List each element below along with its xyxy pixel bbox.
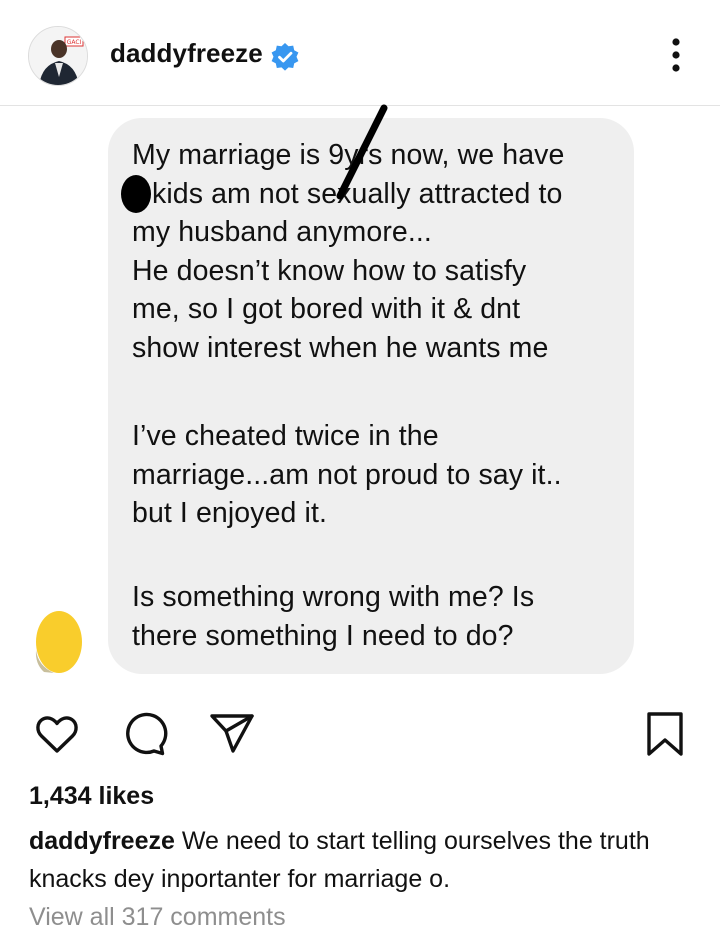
view-comments-link[interactable]: View all 317 comments (29, 903, 286, 932)
likes-count[interactable]: 1,434 likes (29, 782, 154, 811)
redaction-marks (121, 104, 388, 213)
redaction-blot (121, 175, 151, 213)
post-caption: daddyfreeze We need to start telling our… (29, 822, 699, 898)
comment-icon[interactable] (121, 710, 169, 758)
send-icon[interactable] (208, 710, 256, 758)
action-bar (0, 700, 720, 770)
caption-username[interactable]: daddyfreeze (29, 827, 175, 855)
redaction-slash (336, 104, 388, 200)
heart-icon[interactable] (33, 710, 81, 758)
bookmark-icon[interactable] (641, 710, 689, 758)
sender-avatar-icon (35, 611, 82, 673)
